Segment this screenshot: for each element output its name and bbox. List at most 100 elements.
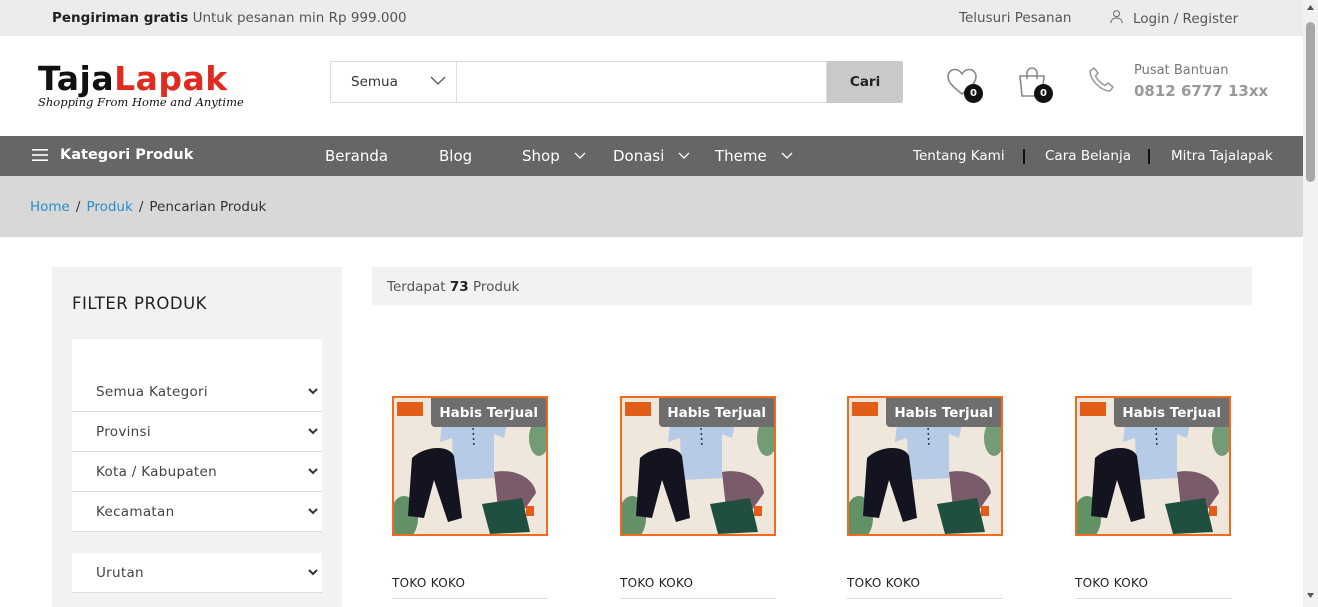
user-icon	[1109, 9, 1124, 28]
product-shop-name[interactable]: TOKO KOKO	[847, 576, 1003, 590]
chevron-down-icon	[308, 508, 318, 515]
sort-select-label: Urutan	[96, 564, 144, 581]
main-nav: Kategori Produk Beranda Blog Shop Donasi…	[0, 136, 1303, 176]
product-card[interactable]: Habis Terjual TOKO KOKO	[620, 396, 776, 599]
search-button[interactable]: Cari	[827, 61, 903, 103]
breadcrumb: Home / Produk / Pencarian Produk	[0, 176, 1303, 237]
wishlist-count-badge: 0	[964, 84, 983, 103]
product-shop-name[interactable]: TOKO KOKO	[392, 576, 548, 590]
nav-item-label: Blog	[439, 147, 473, 165]
nav-item-theme[interactable]: Theme	[715, 147, 793, 165]
nav-link-mitra[interactable]: Mitra Tajalapak	[1171, 148, 1273, 164]
breadcrumb-separator: /	[75, 199, 81, 215]
nav-divider	[1148, 149, 1150, 164]
sold-out-badge: Habis Terjual	[1114, 398, 1229, 427]
site-logo[interactable]: TajaLapak Shopping From Home and Anytime	[38, 62, 244, 109]
breadcrumb-separator: /	[138, 199, 144, 215]
results-prefix: Terdapat	[387, 279, 446, 295]
product-card[interactable]: Habis Terjual TOKO KOKO	[847, 396, 1003, 599]
filter-district-select[interactable]: Kecamatan	[72, 492, 322, 532]
shipping-notice: Pengiriman gratis Untuk pesanan min Rp 9…	[52, 10, 407, 26]
chevron-down-icon	[308, 428, 318, 435]
nav-item-label: Theme	[715, 147, 767, 165]
cart-button[interactable]: 0	[1016, 66, 1053, 103]
help-center[interactable]: Pusat Bantuan 0812 6777 13xx	[1134, 63, 1268, 100]
product-card[interactable]: Habis Terjual TOKO KOKO	[392, 396, 548, 599]
divider	[392, 598, 548, 599]
help-center-label: Pusat Bantuan	[1134, 63, 1229, 78]
divider	[1075, 598, 1231, 599]
phone-icon	[1087, 66, 1115, 98]
product-shop-name[interactable]: TOKO KOKO	[620, 576, 776, 590]
nav-item-label: Shop	[522, 147, 560, 165]
divider	[847, 598, 1003, 599]
cart-count-badge: 0	[1034, 84, 1053, 103]
results-count-bar: Terdapat 73 Produk	[372, 267, 1252, 305]
sold-out-badge: Habis Terjual	[659, 398, 774, 427]
chevron-down-icon	[574, 152, 586, 159]
wishlist-button[interactable]: 0	[946, 67, 983, 103]
filter-search-field[interactable]	[72, 339, 322, 372]
shipping-notice-text: Untuk pesanan min Rp 999.000	[192, 10, 407, 26]
track-order-link[interactable]: Telusuri Pesanan	[959, 10, 1071, 26]
nav-item-shop[interactable]: Shop	[522, 147, 586, 165]
breadcrumb-produk[interactable]: Produk	[86, 199, 132, 215]
top-bar: Pengiriman gratis Untuk pesanan min Rp 9…	[0, 0, 1303, 36]
filter-title: FILTER PRODUK	[72, 294, 207, 313]
filter-category-select[interactable]: Semua Kategori	[72, 372, 322, 412]
product-image[interactable]: Habis Terjual	[1075, 396, 1231, 536]
filter-select-label: Provinsi	[96, 423, 151, 440]
sold-out-badge: Habis Terjual	[886, 398, 1001, 427]
shipping-notice-bold: Pengiriman gratis	[52, 10, 189, 26]
chevron-down-icon	[430, 76, 446, 85]
login-register-label: Login / Register	[1133, 10, 1239, 27]
logo-tagline: Shopping From Home and Anytime	[38, 95, 244, 109]
sold-out-badge: Habis Terjual	[431, 398, 546, 427]
login-register-link[interactable]: Login / Register	[1109, 9, 1238, 28]
product-image[interactable]: Habis Terjual	[392, 396, 548, 536]
scroll-down-arrow-icon[interactable]	[1307, 593, 1314, 598]
filter-select-label: Kota / Kabupaten	[96, 463, 217, 480]
filter-province-select[interactable]: Provinsi	[72, 412, 322, 452]
breadcrumb-home[interactable]: Home	[30, 199, 70, 215]
product-card[interactable]: Habis Terjual TOKO KOKO	[1075, 396, 1231, 599]
nav-item-label: Beranda	[325, 147, 389, 165]
search-input[interactable]	[456, 61, 828, 103]
chevron-down-icon	[781, 152, 793, 159]
logo-text-part2: Lapak	[114, 59, 228, 98]
results-suffix: Produk	[472, 279, 520, 295]
logo-text-part1: Taja	[38, 59, 115, 98]
filter-city-select[interactable]: Kota / Kabupaten	[72, 452, 322, 492]
nav-item-donasi[interactable]: Donasi	[613, 147, 690, 165]
search-category-select[interactable]: Semua	[330, 61, 457, 103]
category-menu-label: Kategori Produk	[60, 147, 194, 163]
nav-link-tentang-kami[interactable]: Tentang Kami	[913, 148, 1005, 164]
sort-select[interactable]: Urutan	[72, 553, 322, 593]
nav-item-beranda[interactable]: Beranda	[325, 147, 388, 165]
page-scrollbar[interactable]	[1303, 0, 1318, 607]
chevron-down-icon	[308, 569, 318, 576]
chevron-down-icon	[308, 388, 318, 395]
chevron-down-icon	[308, 468, 318, 475]
divider	[620, 598, 776, 599]
nav-item-label: Donasi	[613, 147, 665, 165]
nav-item-blog[interactable]: Blog	[439, 147, 472, 165]
scroll-up-arrow-icon[interactable]	[1307, 5, 1314, 10]
filter-select-label: Semua Kategori	[96, 383, 208, 400]
results-count: 73	[449, 279, 469, 295]
nav-link-cara-belanja[interactable]: Cara Belanja	[1045, 148, 1131, 164]
breadcrumb-current: Pencarian Produk	[149, 199, 267, 215]
hamburger-icon	[32, 149, 48, 161]
nav-divider	[1023, 149, 1025, 164]
product-shop-name[interactable]: TOKO KOKO	[1075, 576, 1231, 590]
help-center-phone: 0812 6777 13xx	[1134, 82, 1269, 100]
product-image[interactable]: Habis Terjual	[847, 396, 1003, 536]
scrollbar-thumb[interactable]	[1306, 22, 1315, 182]
logo-text: TajaLapak	[38, 62, 244, 95]
category-menu-button[interactable]: Kategori Produk	[32, 147, 193, 163]
search-bar: Semua Cari	[330, 61, 903, 103]
filter-select-label: Kecamatan	[96, 503, 175, 520]
product-image[interactable]: Habis Terjual	[620, 396, 776, 536]
filter-panel: FILTER PRODUK Semua Kategori Provinsi Ko…	[52, 267, 342, 607]
chevron-down-icon	[678, 152, 690, 159]
